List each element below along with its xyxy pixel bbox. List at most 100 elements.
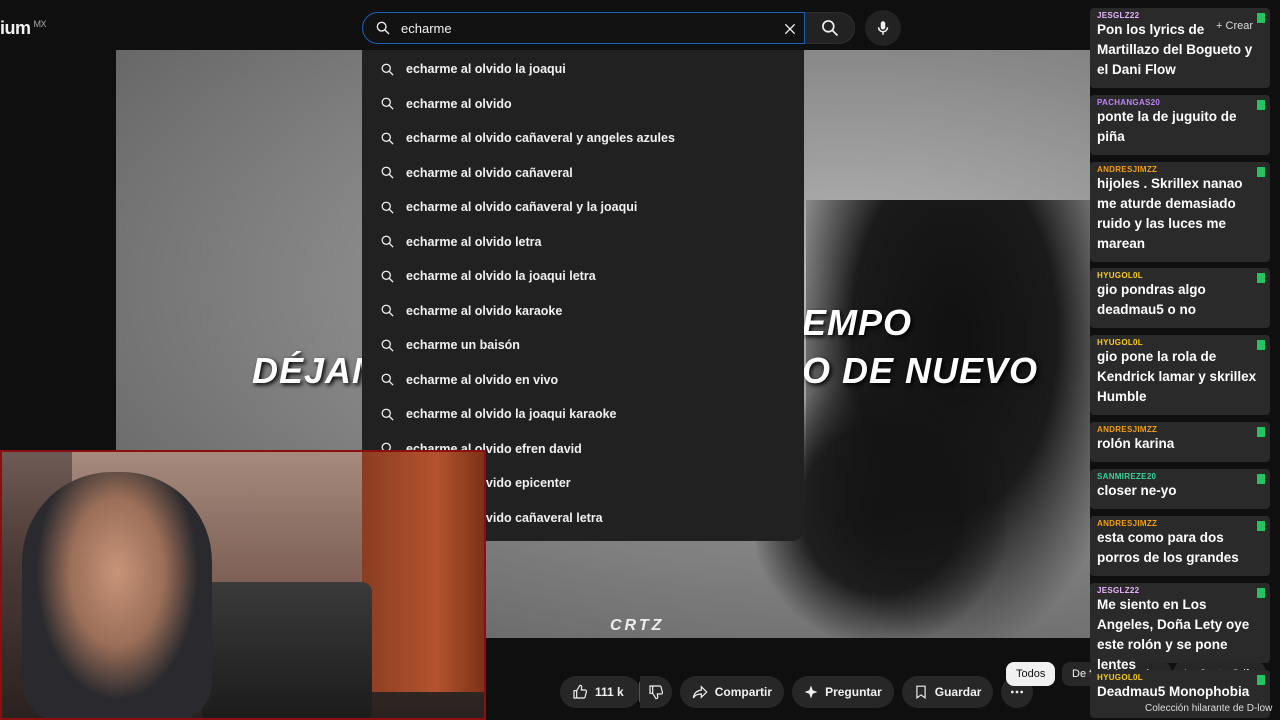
save-button[interactable]: Guardar: [901, 676, 994, 708]
share-label: Compartir: [714, 685, 773, 699]
search-suggestion[interactable]: echarme al olvido la joaqui letra: [362, 259, 804, 294]
share-button[interactable]: Compartir: [679, 676, 785, 708]
suggestion-text: echarme al olvido letra: [406, 234, 542, 249]
flag-icon: [1257, 427, 1265, 437]
chat-username: PACHANGAS20: [1097, 98, 1161, 107]
search-button[interactable]: [805, 12, 855, 44]
chip-all[interactable]: Todos: [1006, 662, 1056, 686]
search-icon: [381, 304, 394, 317]
video-actions: 111 k Compartir Preguntar Guardar: [560, 676, 1034, 708]
search-icon: [381, 63, 394, 76]
suggestion-text: echarme al olvido cañaveral y la joaqui: [406, 200, 638, 215]
voice-search-button[interactable]: [865, 10, 901, 46]
chat-username: ANDRESJIMZZ: [1097, 519, 1158, 528]
webcam-overlay: [0, 450, 486, 720]
search-suggestion[interactable]: echarme un baisón: [362, 328, 804, 363]
chat-text: rolón karina: [1097, 436, 1175, 451]
chat-text: gio pone la rola de Kendrick lamar y skr…: [1097, 349, 1257, 404]
flag-icon: [1257, 167, 1265, 177]
search-input[interactable]: [401, 20, 771, 36]
chat-username: ANDRESJIMZZ: [1097, 425, 1158, 434]
suggestion-text: echarme al olvido: [406, 96, 512, 111]
chat-message: HYUGOL0L gio pone la rola de Kendrick lam…: [1090, 335, 1270, 415]
thumbs-up-icon: [573, 684, 588, 699]
lyric-line-2-right: O DE NUEVO: [802, 350, 1039, 391]
chat-message: JESGLZ22 Me siento en Los Angeles, Doña L…: [1090, 583, 1270, 672]
video-watermark: CRTZ: [610, 617, 665, 634]
lyric-line-1: EMPO: [802, 302, 913, 343]
flag-icon: [1257, 100, 1265, 110]
search-suggestion[interactable]: echarme al olvido letra: [362, 225, 804, 260]
search-icon: [381, 339, 394, 352]
search-icon: [381, 373, 394, 386]
ask-label: Preguntar: [825, 685, 882, 699]
search-icon: [381, 97, 394, 110]
suggestion-text: echarme al olvido la joaqui: [406, 62, 566, 77]
chat-text: hijoles . Skrillex nanao me aturde demas…: [1097, 176, 1243, 251]
save-label: Guardar: [934, 685, 982, 699]
playlist-title[interactable]: Colección hilarante de D-low: [1145, 703, 1272, 714]
webcam-door: [362, 452, 484, 692]
close-icon: [784, 23, 796, 35]
microphone-icon: [877, 21, 889, 35]
chat-text: Me siento en Los Angeles, Doña Lety oye …: [1097, 597, 1250, 672]
suggestion-text: echarme al olvido cañaveral: [406, 165, 573, 180]
search-icon: [821, 20, 838, 37]
search-suggestion[interactable]: echarme al olvido en vivo: [362, 363, 804, 398]
search-suggestion[interactable]: echarme al olvido cañaveral y angeles az…: [362, 121, 804, 156]
search-suggestion[interactable]: echarme al olvido cañaveral: [362, 156, 804, 191]
chat-username: HYUGOL0L: [1097, 673, 1143, 682]
thumbs-down-icon: [649, 685, 663, 700]
ask-button[interactable]: Preguntar: [792, 676, 894, 708]
search-suggestion[interactable]: echarme al olvido cañaveral y la joaqui: [362, 190, 804, 225]
search-suggestion[interactable]: echarme al olvido la joaqui karaoke: [362, 397, 804, 432]
webcam-streamer: [22, 472, 212, 718]
search-icon: [381, 132, 394, 145]
like-count: 111 k: [595, 685, 624, 699]
search-icon: [376, 21, 390, 35]
youtube-logo[interactable]: ium MX: [0, 18, 46, 39]
flag-icon: [1257, 588, 1265, 598]
logo-text: ium: [0, 18, 31, 38]
chat-text: gio pondras algo deadmau5 o no: [1097, 282, 1206, 317]
chat-username: SANMIREZE20: [1097, 472, 1157, 481]
chat-message: SANMIREZE20 closer ne-yo: [1090, 469, 1270, 509]
chat-username: HYUGOL0L: [1097, 338, 1143, 347]
flag-icon: [1257, 13, 1265, 23]
search-suggestion[interactable]: echarme al olvido la joaqui: [362, 52, 804, 87]
sparkle-icon: [804, 685, 818, 699]
flag-icon: [1257, 521, 1265, 531]
flag-icon: [1257, 474, 1265, 484]
search-suggestion[interactable]: echarme al olvido: [362, 87, 804, 122]
suggestion-text: echarme al olvido la joaqui letra: [406, 269, 596, 284]
suggestion-text: echarme al olvido cañaveral y angeles az…: [406, 131, 675, 146]
search-suggestion[interactable]: echarme al olvido karaoke: [362, 294, 804, 329]
search-icon: [381, 201, 394, 214]
clear-search-button[interactable]: [778, 17, 802, 41]
chat-username: JESGLZ22: [1097, 11, 1140, 20]
flag-icon: [1257, 273, 1265, 283]
flag-icon: [1257, 340, 1265, 350]
chat-text: closer ne-yo: [1097, 483, 1177, 498]
search-icon: [381, 166, 394, 179]
chat-username: HYUGOL0L: [1097, 271, 1143, 280]
chat-username: JESGLZ22: [1097, 586, 1140, 595]
chat-message: PACHANGAS20 ponte la de juguito de piña: [1090, 95, 1270, 155]
chat-text: esta como para dos porros de los grandes: [1097, 530, 1239, 565]
share-icon: [692, 685, 708, 699]
chat-message: ANDRESJIMZZ rolón karina: [1090, 422, 1270, 462]
chat-text: Deadmau5 Monophobia: [1097, 684, 1250, 699]
search-icon: [381, 235, 394, 248]
search-icon: [381, 408, 394, 421]
chat-message: HYUGOL0L gio pondras algo deadmau5 o no: [1090, 268, 1270, 328]
logo-region: MX: [33, 19, 47, 29]
suggestion-text: echarme al olvido en vivo: [406, 372, 559, 387]
chat-username: ANDRESJIMZZ: [1097, 165, 1158, 174]
dislike-button[interactable]: [639, 676, 672, 708]
chat-text: ponte la de juguito de piña: [1097, 109, 1237, 144]
webcam-chair: [202, 582, 372, 718]
plus-icon: +: [1216, 20, 1223, 32]
create-button[interactable]: + Crear: [1216, 20, 1253, 32]
search-box[interactable]: [362, 12, 805, 44]
like-button[interactable]: 111 k: [560, 676, 640, 708]
